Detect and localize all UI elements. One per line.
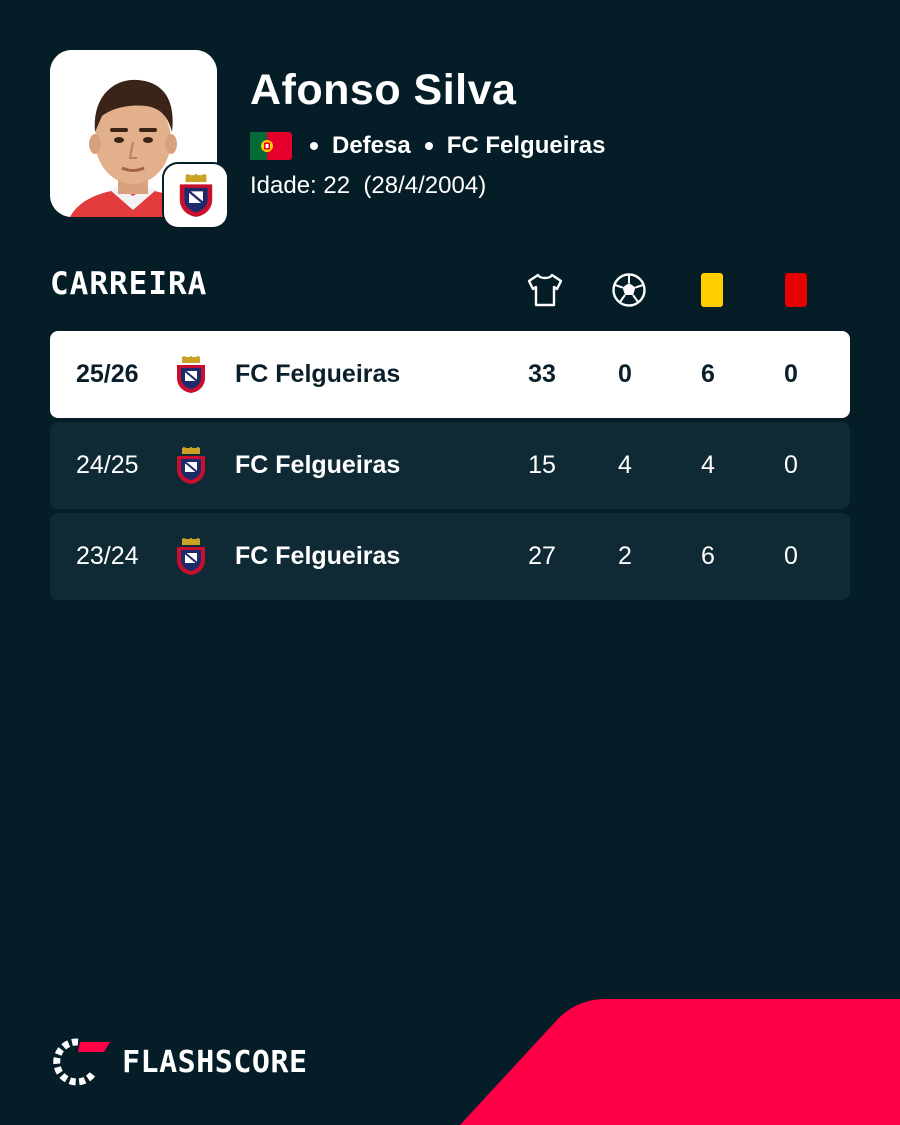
- goals-value: 2: [618, 542, 632, 570]
- team-name: FC Felgueiras: [235, 451, 401, 479]
- red-cards-value: 0: [784, 451, 798, 479]
- apps-value: 15: [528, 451, 556, 479]
- flashscore-logo: FLASHSCORE: [50, 1038, 308, 1086]
- red-cards-value: 0: [784, 360, 798, 388]
- team-name: FC Felgueiras: [235, 360, 401, 388]
- felgueiras-crest-icon: [177, 356, 205, 393]
- yellow-cards-value: 6: [701, 542, 715, 570]
- player-club: FC Felgueiras: [446, 132, 606, 159]
- career-row[interactable]: 24/25 FC Felgueiras 15 4 4 0: [50, 422, 850, 509]
- separator-dot: [310, 142, 318, 150]
- career-row[interactable]: 23/24 FC Felgueiras 27 2 6 0: [50, 513, 850, 600]
- goals-value: 0: [618, 360, 632, 388]
- yellow-cards-value: 6: [701, 360, 715, 388]
- team-name: FC Felgueiras: [235, 542, 401, 570]
- apps-value: 27: [528, 542, 556, 570]
- footer-accent-shape: [460, 999, 900, 1125]
- portugal-flag-icon: [250, 132, 292, 160]
- season-label: 25/26: [76, 360, 139, 388]
- separator-dot: [424, 142, 433, 150]
- season-label: 23/24: [76, 542, 139, 570]
- felgueiras-crest-icon: [179, 173, 212, 217]
- club-badge: [164, 164, 227, 227]
- flashscore-logo-icon: [53, 1038, 110, 1086]
- brand-name: FLASHSCORE: [122, 1044, 308, 1080]
- career-row[interactable]: 25/26 FC Felgueiras 33 0 6 0: [50, 331, 850, 418]
- season-label: 24/25: [76, 451, 139, 479]
- career-title: CARREIRA: [50, 266, 208, 302]
- goals-value: 4: [618, 451, 632, 479]
- felgueiras-crest-icon: [177, 447, 205, 484]
- felgueiras-crest-icon: [177, 538, 205, 575]
- player-name: Afonso Silva: [250, 66, 517, 114]
- player-position: Defesa: [332, 132, 411, 159]
- player-age: Idade: 22 (28/4/2004): [250, 172, 487, 199]
- shirt-icon: [525, 270, 565, 310]
- player-meta: Defesa FC Felgueiras: [250, 130, 605, 162]
- apps-value: 33: [528, 360, 556, 388]
- yellow-cards-value: 4: [701, 451, 715, 479]
- player-career-card: Afonso Silva Defesa FC Felgueiras Idade:…: [0, 0, 900, 1125]
- red-cards-value: 0: [784, 542, 798, 570]
- football-icon: [609, 270, 649, 310]
- yellow-card-icon: [692, 270, 732, 310]
- red-card-icon: [776, 270, 816, 310]
